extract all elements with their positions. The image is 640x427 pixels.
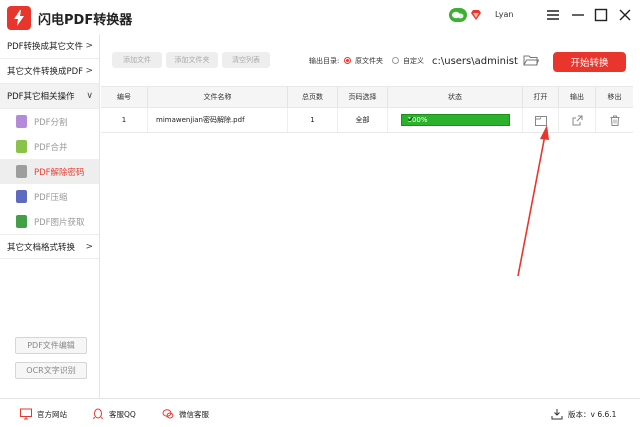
progress-bar: 100% ✔ (400, 114, 510, 126)
chevron-right-icon: > (85, 66, 93, 76)
download-icon (551, 409, 563, 420)
file-table: 编号 文件名称 总页数 页码选择 状态 打开 输出 移出 1 mimawenji… (101, 86, 633, 133)
qq-icon (93, 408, 103, 420)
status-bar: 官方网站 客服QQ 微信客服 版本：v 6.6.1 (0, 398, 640, 427)
app-title: 闪电PDF转换器 (38, 13, 133, 28)
cell-page-select[interactable]: 全部 (338, 108, 388, 132)
sidebar-item-label: PDF合并 (34, 142, 68, 153)
version-info[interactable]: 版本：v 6.6.1 (551, 408, 616, 420)
table-header: 编号 文件名称 总页数 页码选择 状态 打开 输出 移出 (101, 86, 633, 108)
column-header-status: 状态 (388, 87, 523, 107)
sidebar-group-label: PDF其它相关操作 (7, 92, 75, 102)
sidebar-group-label: 其它文档格式转换 (7, 242, 76, 253)
pdf-edit-button[interactable]: PDF文件编辑 (15, 337, 87, 354)
wechat-service-link[interactable]: 微信客服 (162, 408, 209, 420)
check-icon: ✔ (407, 115, 415, 124)
cell-pages: 1 (288, 108, 338, 132)
add-folder-button[interactable]: 添加文件夹 (166, 52, 218, 68)
sidebar-item-pdf-split[interactable]: PDF分割 (0, 109, 99, 134)
sidebar-group-pdf-to-other[interactable]: PDF转换成其它文件 > (0, 34, 99, 59)
unlock-icon (16, 165, 27, 178)
chevron-down-icon: ∨ (86, 91, 93, 101)
column-header-filename: 文件名称 (148, 87, 288, 107)
chevron-right-icon: > (85, 41, 93, 51)
column-header-open: 打开 (523, 87, 559, 107)
sidebar-item-pdf-remove-password[interactable]: PDF解除密码 (0, 159, 99, 184)
sidebar-item-label: PDF压缩 (34, 192, 68, 203)
column-header-remove: 移出 (607, 93, 622, 101)
user-name[interactable]: Lyan (495, 10, 513, 19)
clear-list-button[interactable]: 清空列表 (222, 52, 270, 68)
qq-label: 客服QQ (109, 409, 136, 419)
wechat-service-icon (162, 409, 174, 419)
title-bar: 闪电PDF转换器 Lyan (0, 0, 640, 34)
source-folder-label: 原文件夹 (355, 57, 383, 65)
monitor-icon (20, 408, 32, 420)
compress-icon (16, 190, 27, 203)
folder-icon[interactable] (523, 54, 540, 67)
output-path-input[interactable] (432, 52, 520, 70)
export-icon[interactable] (559, 108, 596, 132)
radio-custom[interactable] (392, 57, 399, 64)
cell-status: 100% ✔ (388, 108, 523, 132)
radio-source-folder[interactable] (344, 57, 351, 64)
split-icon (16, 115, 27, 128)
image-icon (16, 215, 27, 228)
ocr-button[interactable]: OCR文字识别 (15, 362, 87, 379)
sidebar-group-other-to-pdf[interactable]: 其它文件转换成PDF > (0, 59, 99, 84)
sidebar-group-label: 其它文件转换成PDF (7, 67, 84, 77)
add-file-button[interactable]: 添加文件 (112, 52, 162, 68)
sidebar-item-label: PDF分割 (34, 117, 68, 128)
qq-link[interactable]: 客服QQ (92, 408, 136, 420)
close-icon[interactable] (616, 6, 634, 24)
website-label: 官方网站 (37, 409, 67, 419)
trash-icon[interactable] (596, 108, 633, 132)
wechat-icon[interactable] (449, 8, 467, 22)
cell-index: 1 (101, 108, 148, 132)
sidebar-item-label: PDF解除密码 (34, 167, 85, 178)
column-header-export: 输出 (559, 87, 596, 107)
column-header-index: 编号 (101, 87, 148, 107)
maximize-icon[interactable] (592, 6, 610, 24)
sidebar-group-label: PDF转换成其它文件 (7, 42, 84, 52)
sidebar-item-pdf-compress[interactable]: PDF压缩 (0, 184, 99, 209)
minimize-icon[interactable] (569, 6, 587, 24)
sidebar-item-label: PDF图片获取 (34, 217, 85, 228)
app-logo-icon (7, 6, 31, 30)
sidebar-item-pdf-merge[interactable]: PDF合并 (0, 134, 99, 159)
sidebar-group-pdf-other-ops[interactable]: PDF其它相关操作 ∨ (0, 84, 99, 109)
version-label: 版本：v 6.6.1 (568, 409, 617, 419)
open-folder-icon[interactable] (523, 108, 559, 132)
vip-icon[interactable] (470, 9, 482, 21)
table-row[interactable]: 1 mimawenjian密码解除.pdf 1 全部 100% ✔ (101, 108, 633, 133)
column-header-page-select: 页码选择 (338, 87, 388, 107)
chevron-right-icon: > (85, 242, 93, 252)
sidebar-item-pdf-image-extract[interactable]: PDF图片获取 (0, 209, 99, 234)
column-header-pages: 总页数 (288, 87, 338, 107)
output-dir-label: 输出目录: (309, 57, 340, 65)
custom-label: 自定义 (403, 57, 424, 65)
cell-filename: mimawenjian密码解除.pdf (148, 108, 288, 132)
sidebar-group-other-formats[interactable]: 其它文档格式转换 > (0, 234, 99, 259)
website-link[interactable]: 官方网站 (20, 408, 67, 420)
sidebar: PDF转换成其它文件 > 其它文件转换成PDF > PDF其它相关操作 ∨ PD… (0, 34, 100, 398)
merge-icon (16, 140, 27, 153)
wechat-service-label: 微信客服 (179, 409, 209, 419)
menu-icon[interactable] (544, 6, 562, 24)
start-convert-button[interactable]: 开始转换 (553, 52, 626, 72)
